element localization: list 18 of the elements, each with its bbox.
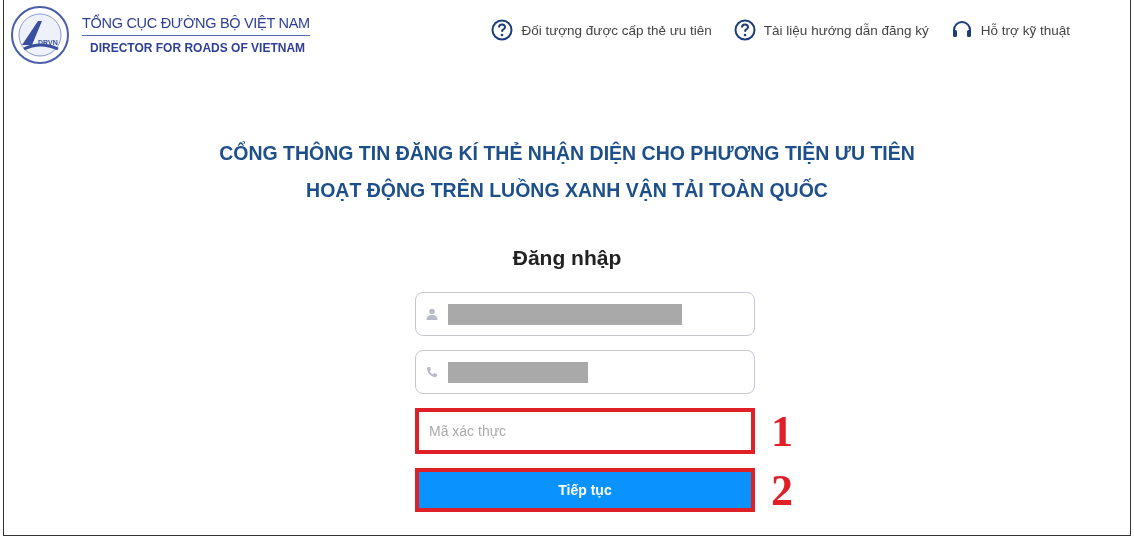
organization-name: TỔNG CỤC ĐƯỜNG BỘ VIỆT NAM bbox=[82, 15, 310, 36]
help-icon bbox=[733, 19, 756, 41]
header-link[interactable]: Hỗ trợ kỹ thuật bbox=[950, 19, 1070, 41]
login-heading: Đăng nhập bbox=[512, 246, 622, 270]
logo-icon bbox=[10, 5, 70, 65]
annotation-number: 1 bbox=[771, 405, 793, 457]
header-link[interactable]: Đối tượng được cấp thẻ ưu tiên bbox=[491, 19, 712, 41]
help-icon bbox=[491, 19, 514, 41]
header-link[interactable]: Tài liệu hướng dẫn đăng ký bbox=[733, 19, 929, 41]
organization-name-english: DIRECTOR FOR ROADS OF VIETNAM bbox=[89, 40, 307, 55]
portal-title: HOẠT ĐỘNG TRÊN LUỒNG XANH VẬN TẢI TOÀN QUỐC bbox=[306, 179, 828, 202]
input-field[interactable] bbox=[415, 350, 755, 394]
portal-title: CỔNG THÔNG TIN ĐĂNG KÍ THẺ NHẬN DIỆN CHO PHƯƠNG TIỆN ƯU TIÊN bbox=[219, 142, 915, 165]
person-icon bbox=[426, 308, 438, 320]
phone-icon bbox=[426, 366, 438, 378]
input-field[interactable] bbox=[415, 292, 755, 336]
placeholder-text: Mã xác thực bbox=[429, 423, 507, 439]
annotation-number: 2 bbox=[771, 464, 793, 516]
